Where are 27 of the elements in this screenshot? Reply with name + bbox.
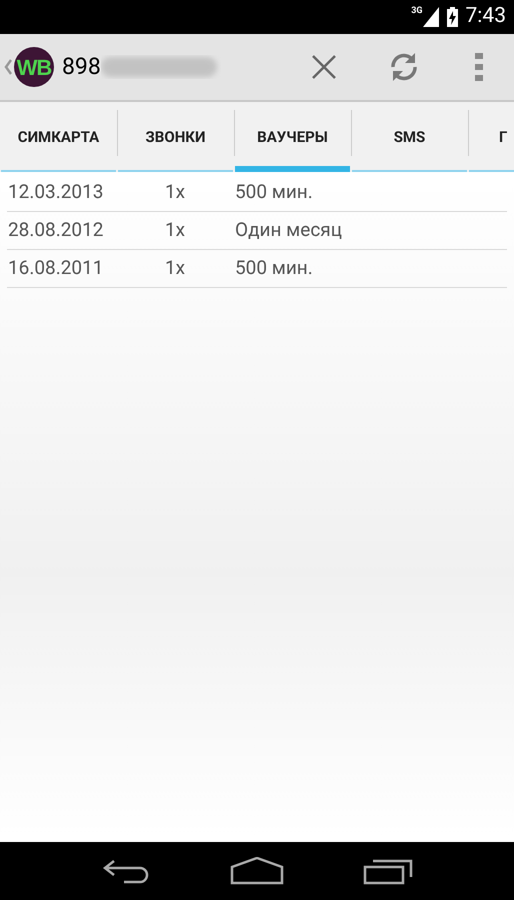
signal-icon <box>422 7 438 27</box>
table-cell-text: 16.08.2011 <box>7 255 104 282</box>
app-logo: WB <box>14 47 54 87</box>
tab[interactable]: ВАУЧЕРЫ <box>235 102 350 172</box>
table-cell-text: 1x <box>164 179 186 206</box>
more-icon <box>475 53 483 81</box>
up-button[interactable]: WB <box>0 34 54 100</box>
back-icon <box>102 858 150 884</box>
table-cell-text: Один месяц <box>235 217 342 244</box>
tab[interactable]: СИМКАРТА <box>1 102 116 172</box>
back-caret-icon <box>4 59 12 75</box>
table-cell-text: 500 мин. <box>235 179 313 206</box>
clock: 7:43 <box>466 3 506 30</box>
close-icon <box>311 54 337 80</box>
battery-icon <box>446 7 458 27</box>
tab[interactable]: Г <box>469 102 514 172</box>
home-icon <box>230 857 284 885</box>
network-type: 3G <box>411 5 422 18</box>
table-cell-text: 500 мин. <box>235 255 313 282</box>
table-cell-text: 1x <box>164 255 186 282</box>
action-bar-title: 898 <box>62 52 101 82</box>
tab[interactable]: ЗВОНКИ <box>118 102 233 172</box>
table-cell-text: 28.08.2012 <box>7 217 104 244</box>
recent-apps-icon <box>363 857 414 885</box>
table-cell-text: 12.03.2013 <box>7 179 104 206</box>
table-cell-text: 1x <box>164 217 186 244</box>
tab[interactable]: SMS <box>352 102 467 172</box>
